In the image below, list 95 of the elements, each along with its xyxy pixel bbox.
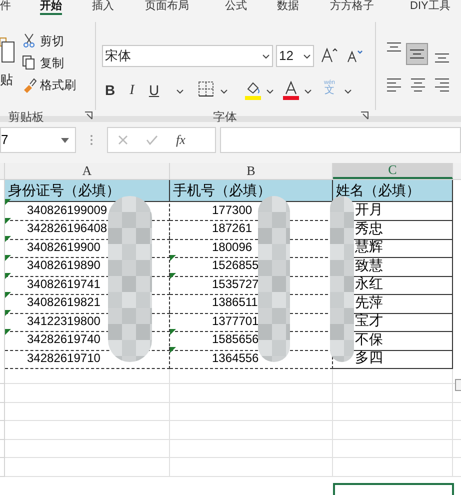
table-cell-text: 34282619710 — [26, 350, 100, 366]
clipboard-command[interactable]: 复制 — [22, 54, 76, 72]
table-cell-text: 34082619741 — [26, 276, 100, 292]
brush-icon — [22, 77, 37, 93]
empty-cell[interactable] — [170, 384, 333, 402]
column-header[interactable]: A — [5, 163, 170, 179]
table-cell-text: 先萍 — [354, 292, 383, 312]
dialog-launcher-icon[interactable] — [84, 111, 93, 120]
empty-cell[interactable] — [5, 440, 170, 458]
shrink-font-icon[interactable] — [346, 48, 364, 64]
table-header-cell-text: 姓名（必填） — [335, 181, 420, 200]
table-cell-text: 34122319800 — [26, 312, 100, 330]
align-middle-icon — [410, 49, 424, 59]
empty-cell[interactable] — [333, 440, 453, 458]
insert-function-button[interactable]: fx — [176, 130, 186, 150]
caret-icon[interactable] — [344, 89, 352, 94]
dialog-launcher-icon[interactable] — [360, 111, 369, 120]
empty-cell[interactable] — [170, 421, 333, 440]
copy-icon — [22, 55, 37, 71]
empty-cell[interactable] — [170, 458, 333, 476]
align-top-icon[interactable] — [386, 42, 402, 54]
formula-input[interactable] — [220, 127, 461, 153]
table-cell-text: 秀忠 — [354, 218, 383, 238]
empty-cell[interactable] — [5, 384, 170, 402]
caret-icon — [262, 54, 270, 58]
empty-cell[interactable] — [170, 440, 333, 458]
empty-cell[interactable] — [333, 458, 453, 476]
name-box[interactable]: 7 — [0, 127, 76, 153]
table-cell-text: 不保 — [354, 330, 383, 348]
group-label: 剪贴板 — [8, 109, 44, 126]
clipboard-command[interactable]: 格式刷 — [22, 76, 76, 94]
table-cell-text: 34082619900 — [26, 238, 100, 256]
underline-button[interactable]: U — [148, 80, 160, 101]
table-cell-text: 多四 — [354, 348, 383, 367]
clipboard-command[interactable]: 剪切 — [22, 32, 76, 50]
ribbon-tab[interactable]: 方方格子 — [330, 0, 374, 13]
align-left-icon[interactable] — [386, 78, 402, 92]
grow-font-icon[interactable] — [320, 46, 338, 64]
empty-cell[interactable] — [333, 402, 453, 421]
paste-options-icon[interactable] — [455, 379, 461, 391]
column-header[interactable]: C — [333, 163, 453, 179]
table-cell-text: 宝才 — [354, 311, 383, 330]
table-cell-text: 34282619740 — [26, 331, 100, 348]
table-cell-text: 177300 — [211, 202, 252, 218]
table-cell-text: 180096 — [211, 238, 252, 256]
table-cell-text: 永红 — [354, 274, 383, 293]
paste-button[interactable]: 贴 — [0, 70, 13, 90]
table-cell-text: 34082619821 — [26, 294, 100, 311]
drag-handle-icon[interactable] — [90, 134, 93, 146]
caret-icon — [61, 138, 69, 142]
table-cell-text: 致慧 — [354, 256, 383, 274]
group-label: 字体 — [213, 109, 237, 126]
table-cell-text: 1526855 — [211, 257, 259, 274]
bold-button[interactable]: B — [104, 80, 116, 101]
table-cell-text: 1377701 — [211, 312, 259, 330]
table-cell-text: 342826196408 — [26, 220, 108, 237]
empty-cell[interactable] — [333, 384, 453, 402]
table-cell-text: 慧辉 — [354, 237, 383, 256]
ribbon-tab[interactable]: DIY工具 — [410, 0, 450, 13]
caret-icon[interactable] — [220, 89, 228, 94]
align-right-icon[interactable] — [434, 78, 450, 92]
table-cell-text: 1535727 — [211, 276, 259, 292]
border-icon[interactable] — [198, 81, 214, 97]
ribbon-tab[interactable]: 数据 — [277, 0, 299, 13]
font-size-dropdown[interactable]: 12 — [276, 45, 314, 67]
table-cell-text: 340826199009 — [26, 202, 108, 218]
caret-icon[interactable] — [266, 89, 274, 94]
table-cell-text: 1364556 — [211, 350, 259, 366]
caret-icon[interactable] — [304, 89, 312, 94]
ribbon-tab[interactable]: 公式 — [225, 0, 247, 13]
align-middle-button[interactable] — [406, 43, 428, 65]
empty-cell[interactable] — [333, 421, 453, 440]
table-cell-text: 34082619890 — [26, 257, 100, 274]
table-cell-text: 1585656 — [211, 331, 259, 348]
scissors-icon — [22, 33, 37, 49]
caret-icon[interactable] — [176, 89, 184, 94]
empty-cell[interactable] — [5, 402, 170, 421]
ribbon-tab[interactable]: 插入 — [92, 0, 114, 13]
empty-cell[interactable] — [170, 402, 333, 421]
table-cell-text: 187261 — [211, 220, 252, 237]
table-cell-text: 1386511 — [211, 294, 258, 311]
empty-cell[interactable] — [5, 458, 170, 476]
fill-color-icon[interactable] — [244, 80, 262, 100]
ribbon-tab[interactable]: 件 — [0, 0, 11, 13]
align-center-icon[interactable] — [410, 78, 426, 92]
caret-icon — [303, 54, 311, 58]
font-name-dropdown[interactable]: 宋体 — [102, 45, 273, 67]
table-header-cell-text: 身份证号（必填） — [7, 181, 120, 200]
italic-button[interactable]: I — [126, 80, 138, 101]
align-bottom-icon[interactable] — [434, 52, 450, 64]
empty-cell[interactable] — [5, 421, 170, 440]
table-cell-text: 开月 — [354, 200, 383, 219]
font-color-icon[interactable] — [282, 80, 300, 100]
ribbon-tab[interactable]: 页面布局 — [145, 0, 189, 13]
table-header-cell-text: 手机号（必填） — [172, 181, 271, 200]
